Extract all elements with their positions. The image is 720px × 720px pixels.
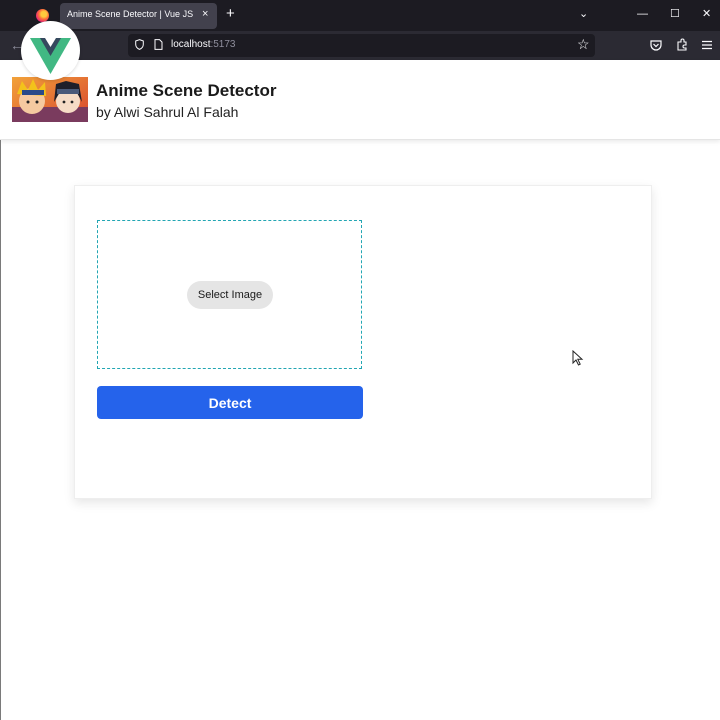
anime-thumbnail bbox=[12, 77, 88, 122]
app-author: by Alwi Sahrul Al Falah bbox=[96, 104, 239, 120]
tab-title: Anime Scene Detector | Vue JS bbox=[67, 9, 194, 19]
url-text[interactable]: localhost:5173 bbox=[171, 39, 236, 50]
mouse-cursor-icon bbox=[572, 350, 584, 366]
close-icon[interactable]: ✕ bbox=[702, 7, 711, 21]
url-port: :5173 bbox=[210, 39, 236, 50]
chevron-down-icon[interactable]: ⌄ bbox=[579, 7, 588, 21]
url-host: localhost bbox=[171, 39, 211, 50]
menu-icon[interactable] bbox=[700, 38, 714, 52]
browser-tab-bar: Anime Scene Detector | Vue JS × + ⌄ — ☐ … bbox=[0, 0, 720, 31]
browser-nav-bar: ← localhost:5173 ☆ bbox=[0, 31, 720, 60]
vue-logo-icon bbox=[21, 21, 80, 80]
tab-close-icon[interactable]: × bbox=[202, 8, 208, 20]
app-header: Anime Scene Detector by Alwi Sahrul Al F… bbox=[0, 60, 720, 140]
minimize-icon[interactable]: — bbox=[637, 7, 648, 21]
left-border-divider bbox=[0, 140, 1, 720]
shield-icon[interactable] bbox=[135, 39, 144, 50]
browser-tab[interactable]: Anime Scene Detector | Vue JS × bbox=[60, 3, 217, 29]
pocket-icon[interactable] bbox=[649, 38, 663, 52]
maximize-icon[interactable]: ☐ bbox=[670, 7, 680, 21]
image-dropzone[interactable]: Select Image bbox=[97, 220, 362, 369]
detect-button[interactable]: Detect bbox=[97, 386, 363, 419]
extensions-icon[interactable] bbox=[675, 38, 689, 52]
star-icon[interactable]: ☆ bbox=[577, 36, 590, 53]
new-tab-button[interactable]: + bbox=[226, 6, 235, 21]
app-title: Anime Scene Detector bbox=[96, 81, 277, 100]
select-image-button[interactable]: Select Image bbox=[187, 281, 273, 309]
detector-card: Select Image Detect bbox=[74, 185, 652, 499]
url-bar[interactable]: localhost:5173 ☆ bbox=[128, 34, 595, 57]
page-icon[interactable] bbox=[154, 39, 163, 50]
